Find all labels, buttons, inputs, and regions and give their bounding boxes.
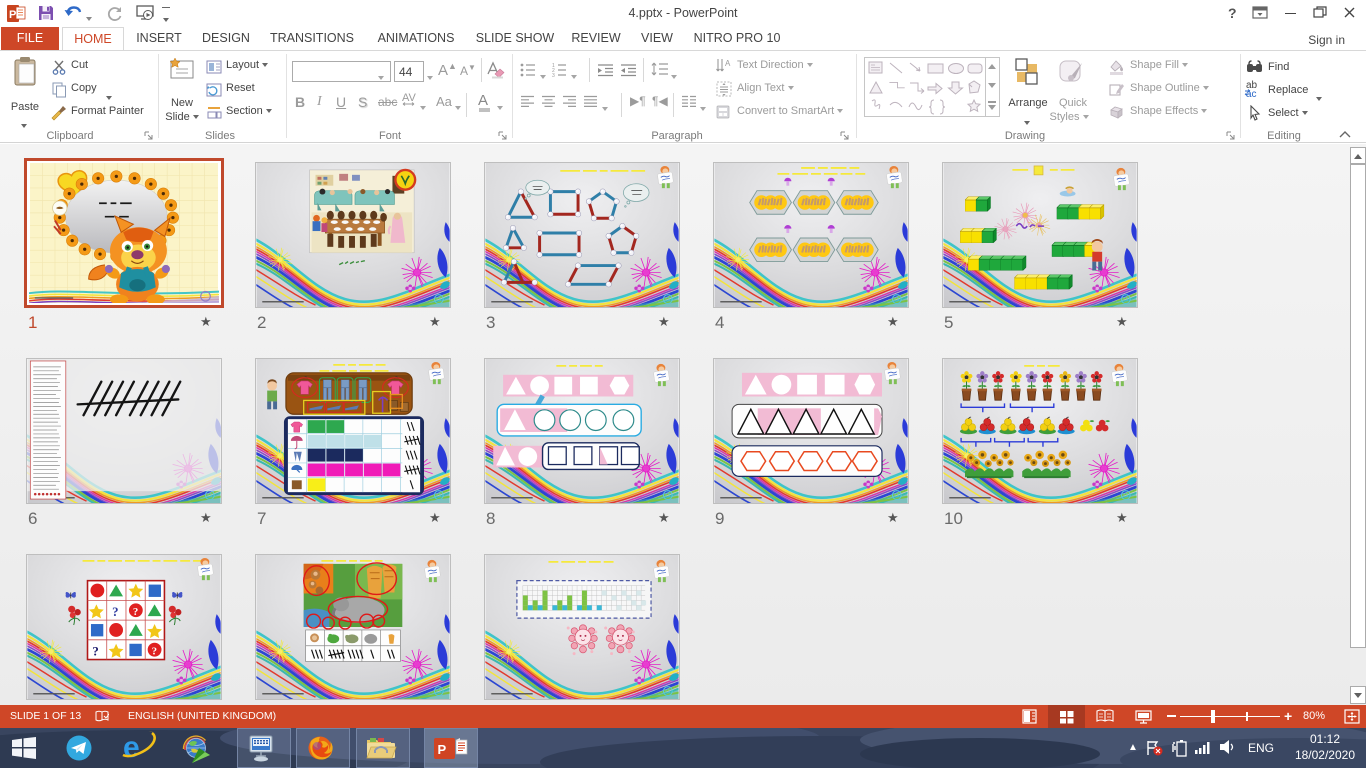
svg-text:?: ? xyxy=(112,605,118,619)
svg-text:?: ? xyxy=(92,645,98,659)
svg-text:P: P xyxy=(438,742,447,757)
svg-text:P: P xyxy=(9,9,16,21)
svg-text:A: A xyxy=(725,59,731,68)
svg-text:3: 3 xyxy=(552,73,555,77)
svg-text:?: ? xyxy=(133,606,138,618)
svg-text:?: ? xyxy=(152,646,157,658)
